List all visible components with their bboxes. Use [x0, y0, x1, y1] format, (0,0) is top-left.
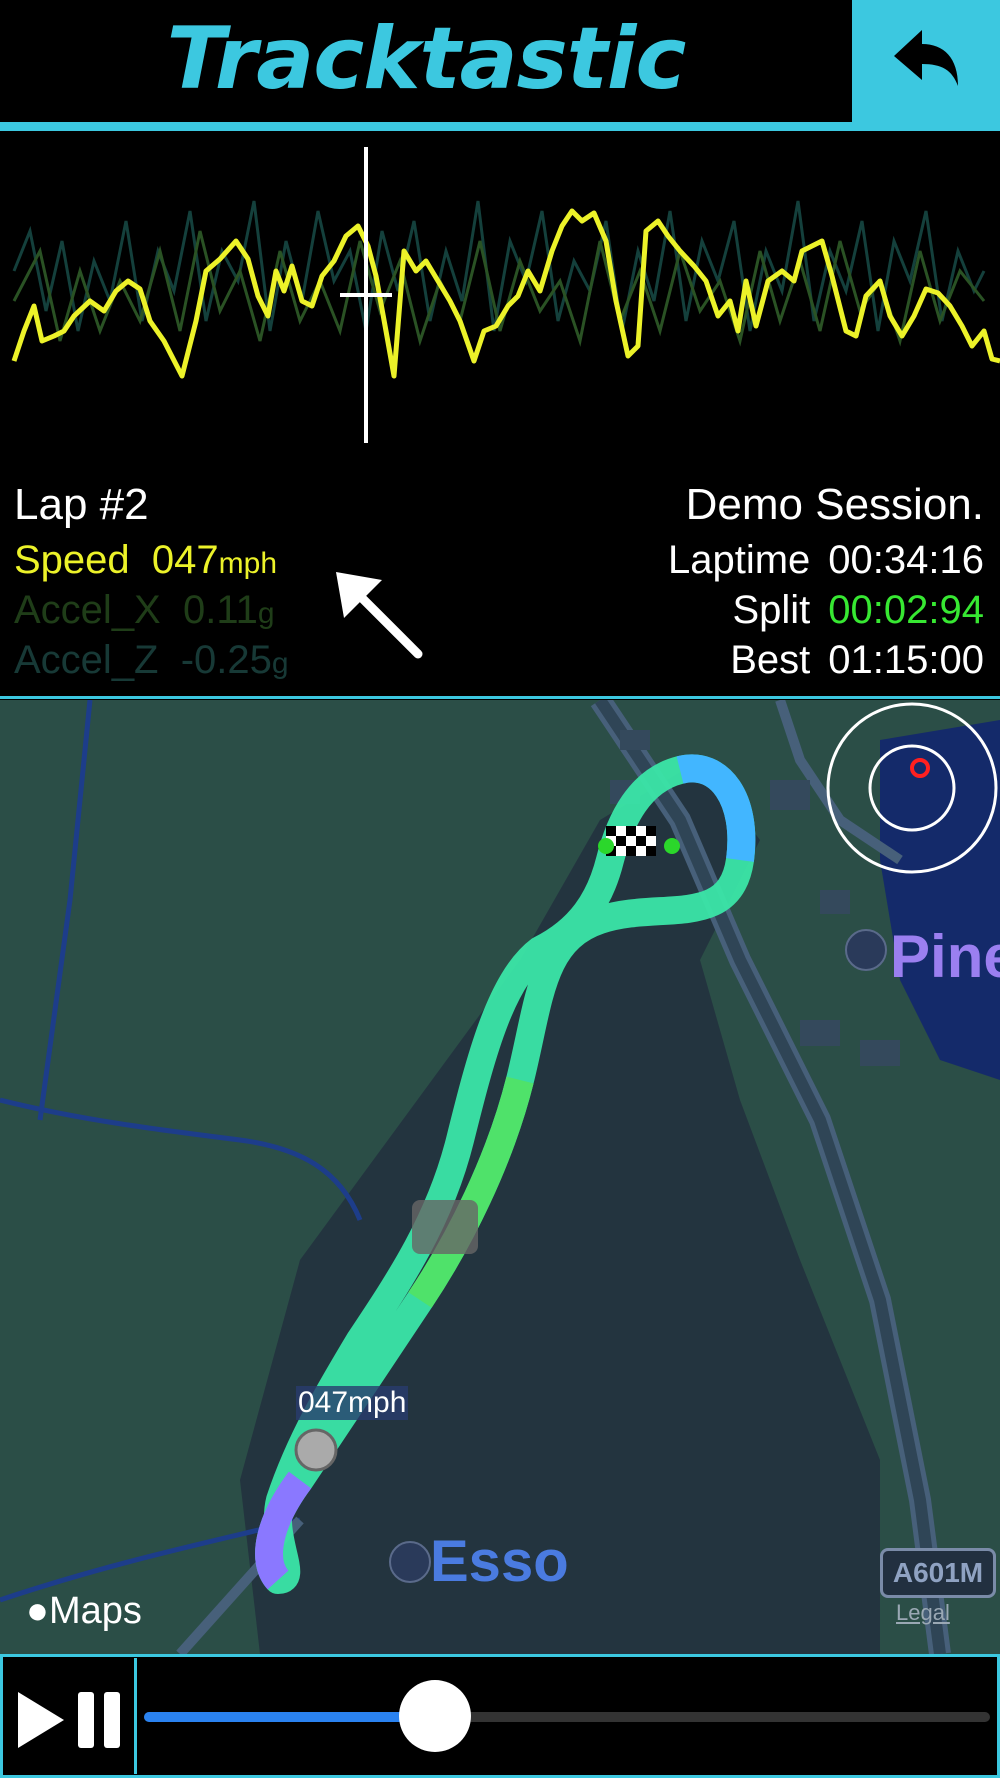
laptime-value: 00:34:16 [828, 538, 984, 582]
speed-trace [11, 208, 1000, 379]
info-divider [0, 696, 1000, 699]
split-label: Split [732, 588, 811, 632]
split-row: Split 00:02:94 [732, 588, 984, 633]
telemetry-graph[interactable] [0, 131, 1000, 466]
info-panel: Lap #2 Speed 047mph Accel_X 0.11g Accel_… [0, 466, 1000, 699]
maps-logo: ●Maps [26, 1590, 142, 1633]
session-name: Demo Session. [685, 480, 984, 529]
accel-z-value: -0.25 [180, 638, 272, 682]
track-map[interactable]: 047mph Pine Esso A601M ●Maps Legal [0, 700, 1000, 1654]
speed-readout[interactable]: Speed 047mph [14, 538, 277, 583]
maps-logo-text: Maps [48, 1590, 142, 1632]
best-row: Best 01:15:00 [730, 638, 984, 683]
play-pause-icon [18, 1692, 120, 1748]
road-badge: A601M [880, 1548, 996, 1598]
accel-x-value: 0.11 [182, 588, 258, 632]
legal-link[interactable]: Legal [896, 1600, 950, 1626]
pointer-arrow-icon [336, 572, 423, 659]
poi-esso[interactable]: Esso [430, 1528, 569, 1595]
map-pin-marker [412, 1200, 478, 1254]
lap-title: Lap #2 [14, 480, 149, 529]
accel-z-readout[interactable]: Accel_Z -0.25g [14, 638, 289, 683]
slider-fill [144, 1712, 424, 1722]
accel-z-label: Accel_Z [14, 638, 159, 682]
apple-icon: ● [26, 1590, 49, 1632]
laptime-label: Laptime [667, 538, 811, 582]
app-title: Tracktastic [166, 9, 687, 109]
back-arrow-icon [894, 30, 958, 86]
speed-marker-label: 047mph [296, 1386, 409, 1420]
slider-thumb[interactable] [399, 1680, 472, 1752]
playback-bar [0, 1654, 1000, 1778]
speed-label: Speed [14, 538, 130, 582]
header: Tracktastic [0, 0, 1000, 131]
speed-unit: mph [218, 547, 278, 580]
split-value: 00:02:94 [828, 588, 984, 632]
header-divider [0, 122, 1000, 131]
accel-x-readout[interactable]: Accel_X 0.11g [14, 588, 275, 633]
best-label: Best [730, 638, 811, 682]
play-pause-button[interactable] [4, 1658, 137, 1774]
best-value: 01:15:00 [828, 638, 984, 682]
accel-z-unit: g [271, 647, 289, 680]
accel-x-label: Accel_X [14, 588, 161, 632]
accel-x-unit: g [257, 597, 275, 630]
poi-pine[interactable]: Pine [890, 922, 1000, 991]
laptime-row: Laptime 00:34:16 [668, 538, 984, 583]
speed-value: 047 [151, 538, 219, 582]
back-button[interactable] [852, 0, 1000, 124]
playback-slider[interactable] [144, 1654, 994, 1778]
